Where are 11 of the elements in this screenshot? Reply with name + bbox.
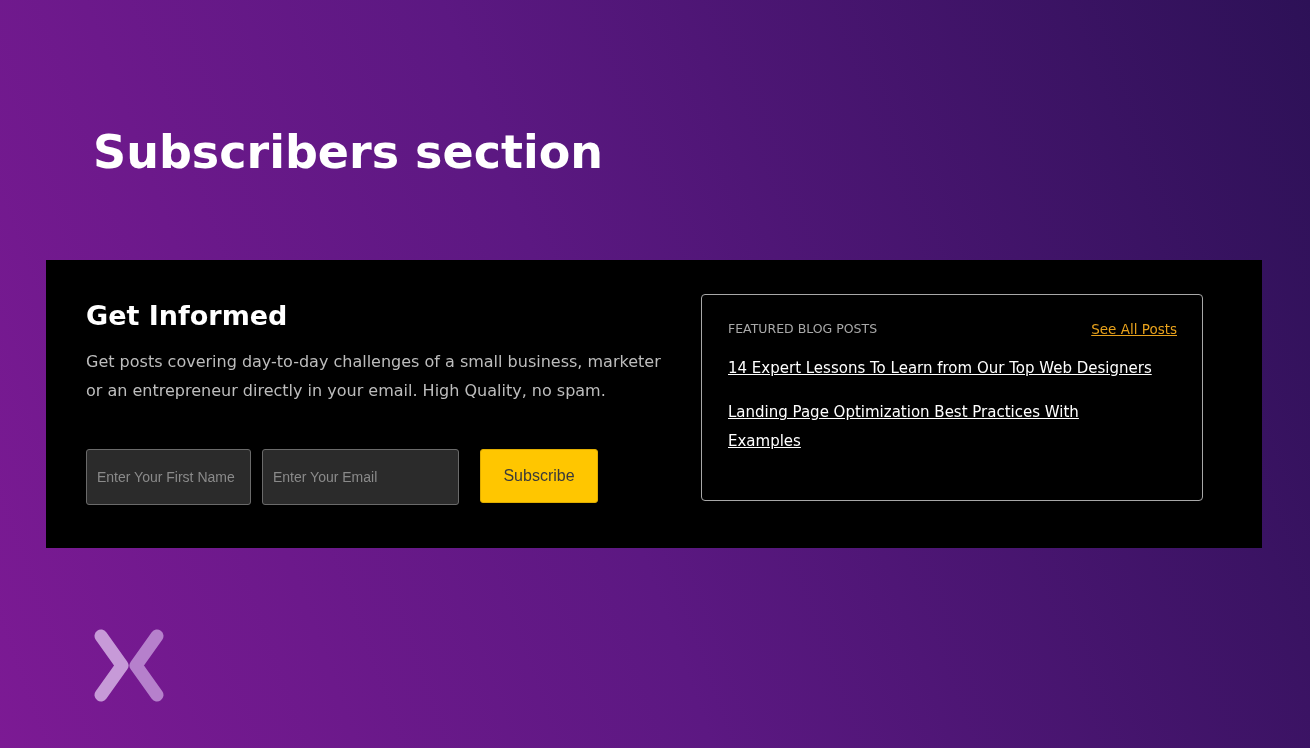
chevron-logo-icon [94, 629, 164, 702]
signup-description: Get posts covering day-to-day challenges of a small business, marketer or an entrepreneur directly in your email. High Quality, no spam. [86, 351, 662, 402]
blog-post-link[interactable]: 14 Expert Lessons To Learn from Our Top Web Designers [728, 354, 1152, 383]
signup-title: Get Informed [86, 299, 289, 333]
name-input-field[interactable]: Enter Your First Name [86, 449, 251, 505]
blog-post-link[interactable]: Landing Page Optimization Best Practices With Examples [728, 398, 1156, 456]
featured-posts-title: FEATURED BLOG POSTS [728, 320, 878, 338]
see-all-posts-link[interactable]: See All Posts [1091, 319, 1177, 339]
subscribe-button[interactable]: Subscribe [480, 449, 598, 503]
page-heading: Subscribers section [93, 124, 604, 181]
email-input-field[interactable]: Enter Your Email [262, 449, 459, 505]
